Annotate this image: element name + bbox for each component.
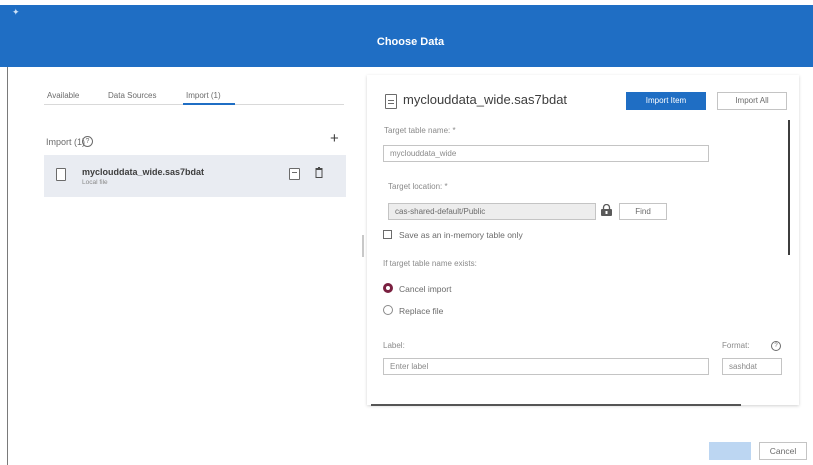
target-location-field: cas-shared-default/Public	[388, 203, 596, 220]
file-icon	[56, 168, 66, 181]
table-view-icon[interactable]	[289, 168, 300, 180]
target-table-label: Target table name: *	[384, 126, 456, 135]
page-edge-border	[0, 67, 8, 465]
format-help-icon[interactable]: ?	[771, 341, 781, 351]
dialog-title: Choose Data	[376, 36, 445, 48]
document-icon	[385, 94, 397, 109]
tab-active-indicator	[183, 103, 235, 105]
add-icon[interactable]: +	[330, 131, 339, 146]
replace-file-radio[interactable]	[383, 305, 393, 315]
help-icon[interactable]: ?	[82, 136, 93, 147]
ok-button[interactable]	[709, 442, 751, 460]
scrollbar[interactable]	[788, 120, 790, 255]
details-card	[367, 75, 799, 405]
card-bottom-edge	[371, 404, 741, 406]
if-exists-label: If target table name exists:	[383, 259, 477, 268]
label-field-label: Label:	[383, 341, 405, 350]
replace-file-label: Replace file	[399, 306, 444, 316]
target-location-label: Target location: *	[388, 182, 448, 191]
cancel-import-label: Cancel import	[399, 284, 452, 294]
label-input[interactable]: Enter label	[383, 358, 709, 375]
cancel-import-radio[interactable]	[383, 283, 393, 293]
file-source: Local file	[82, 179, 108, 186]
tab-available[interactable]: Available	[47, 91, 79, 100]
list-item[interactable]: myclouddata_wide.sas7bdat Local file	[44, 155, 346, 197]
pane-splitter[interactable]	[362, 235, 364, 257]
location-browse-icon[interactable]	[600, 204, 613, 217]
import-header: Import (1)	[46, 137, 86, 147]
format-label: Format:	[722, 341, 750, 350]
target-table-input[interactable]: myclouddata_wide	[383, 145, 709, 162]
import-all-button[interactable]: Import All	[717, 92, 787, 110]
delete-icon[interactable]	[315, 167, 323, 178]
import-item-button[interactable]: Import Item	[626, 92, 706, 110]
tab-import[interactable]: Import (1)	[186, 91, 221, 100]
tab-data-sources[interactable]: Data Sources	[108, 91, 156, 100]
format-field[interactable]: sashdat	[722, 358, 782, 375]
find-button[interactable]: Find	[619, 203, 667, 220]
details-title: myclouddata_wide.sas7bdat	[403, 92, 568, 107]
in-memory-label: Save as an in-memory table only	[399, 230, 523, 240]
in-memory-checkbox[interactable]	[383, 230, 392, 239]
file-name: myclouddata_wide.sas7bdat	[82, 167, 205, 177]
dialog-titlebar: ✦ Choose Data	[8, 5, 813, 67]
app-icon: ✦	[12, 7, 20, 17]
cancel-button[interactable]: Cancel	[759, 442, 807, 460]
